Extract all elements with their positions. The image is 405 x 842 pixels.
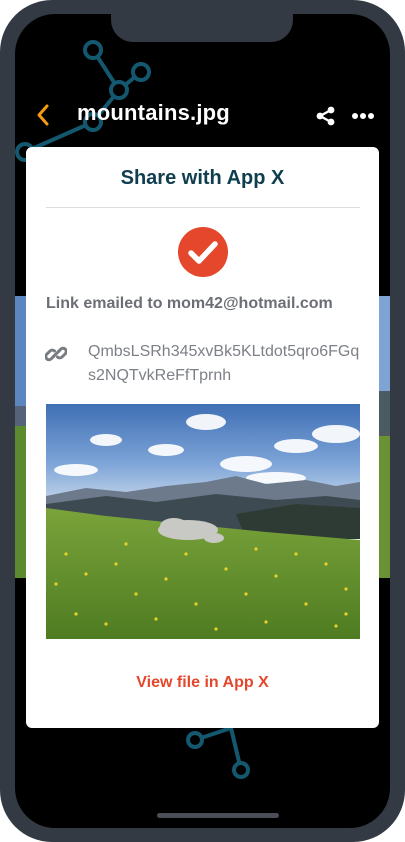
file-preview-image — [46, 404, 360, 639]
checkmark-circle-icon — [178, 227, 228, 277]
link-icon — [45, 346, 67, 362]
notch — [111, 14, 293, 42]
background-photo-right — [379, 296, 390, 578]
share-dialog: Share with App X Link emailed to mom42@h… — [26, 147, 379, 728]
share-icon[interactable] — [316, 106, 336, 126]
status-message: Link emailed to mom42@hotmail.com — [46, 295, 333, 312]
home-indicator — [157, 813, 279, 818]
divider — [46, 207, 360, 208]
phone-frame: mountains.jpg Share with App X Link emai… — [0, 0, 405, 842]
chevron-left-icon[interactable] — [33, 102, 55, 128]
top-bar: mountains.jpg — [15, 90, 390, 140]
file-title: mountains.jpg — [77, 100, 230, 125]
more-horizontal-icon[interactable] — [352, 112, 374, 120]
share-link[interactable]: QmbsLSRh345xvBk5KLtdot5qro6FGqs2NQTvkReF… — [88, 340, 360, 388]
screen: mountains.jpg Share with App X Link emai… — [15, 14, 390, 828]
dialog-title: Share with App X — [120, 167, 285, 189]
view-file-link[interactable]: View file in App X — [26, 674, 379, 692]
